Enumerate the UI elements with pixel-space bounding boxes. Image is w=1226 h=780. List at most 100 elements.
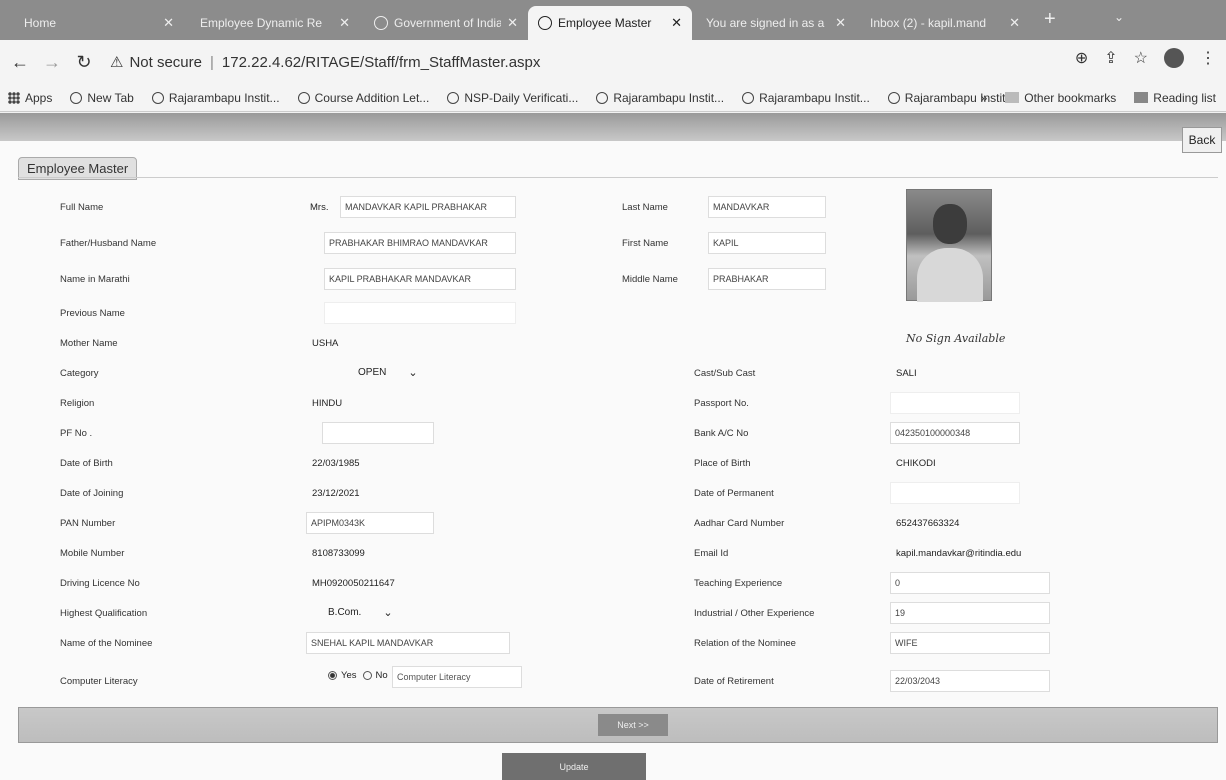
doj-field[interactable]: 23/12/2021 [312,488,360,499]
folder-icon [1005,92,1020,103]
bookmark-label: NSP-Daily Verificati... [464,90,579,105]
back-button[interactable]: Back [1182,127,1222,153]
religion-field[interactable]: HINDU [312,398,342,409]
profile-avatar[interactable] [1164,48,1184,68]
dob-field[interactable]: 22/03/1985 [312,458,360,469]
bookmark-item[interactable]: Rajarambapu Instit... [151,91,280,105]
reload-icon[interactable]: ↻ [72,52,96,73]
tab-label: Government of India [394,16,502,30]
marathi-name-field[interactable]: KAPIL PRABHAKAR MANDAVKAR [324,268,516,290]
other-bookmarks[interactable]: Other bookmarks [1005,91,1116,105]
tab-label: Employee Dynamic Re [200,16,323,30]
nominee-label: Name of the Nominee [60,638,153,649]
forward-arrow-icon[interactable]: → [40,52,64,73]
bookmark-item[interactable]: New Tab [70,90,134,105]
bookmark-label: Rajarambapu Instit... [759,90,870,105]
religion-label: Religion [60,398,95,409]
pan-field[interactable]: APIPM0343K [306,512,434,534]
marathi-name-label: Name in Marathi [60,274,130,285]
photo-shirt [917,248,983,302]
bookmark-item[interactable]: Rajarambapu Instit... [742,91,870,105]
relation-label: Relation of the Nominee [694,638,796,649]
computer-literacy-field[interactable]: Computer Literacy [392,666,522,688]
tab-employee-dynamic[interactable]: Employee Dynamic Re ✕ [190,6,360,40]
aadhar-field[interactable]: 652437663324 [896,518,959,529]
dop-field[interactable] [890,482,1020,504]
middle-name-label: Middle Name [622,274,678,285]
passport-label: Passport No. [694,398,749,409]
category-select[interactable]: OPEN ⌄ [358,366,418,379]
bookmarks-bar: Apps New Tab Rajarambapu Instit... Cours… [0,84,1226,112]
bookmark-label: New Tab [87,90,134,105]
bookmark-apps[interactable]: Apps [8,91,52,105]
new-tab-button[interactable]: + [1044,8,1056,31]
tab-inbox[interactable]: Inbox (2) - kapil.mand ✕ [860,6,1030,40]
radio-no[interactable] [362,671,372,680]
chevron-down-icon[interactable]: ⌄ [1114,10,1124,24]
passport-field[interactable] [890,392,1020,414]
menu-icon[interactable]: ⋮ [1200,48,1216,68]
bookmark-item[interactable]: Rajarambapu Instit... [596,91,724,105]
mother-name-field[interactable]: USHA [312,338,338,349]
tab-government[interactable]: Government of India ✕ [364,6,528,40]
close-icon[interactable]: ✕ [339,15,350,31]
teaching-label: Teaching Experience [694,578,783,589]
close-icon[interactable]: ✕ [671,15,682,31]
bookmark-item[interactable]: NSP-Daily Verificati... [447,91,578,105]
pf-field[interactable] [322,422,434,444]
pob-field[interactable]: CHIKODI [896,458,936,469]
globe-icon [447,91,460,104]
qualification-value: B.Com. [328,607,362,618]
update-button[interactable]: Update [502,753,646,780]
pan-label: PAN Number [60,518,116,529]
tab-employee-master[interactable]: Employee Master ✕ [528,6,692,40]
cast-field[interactable]: SALI [896,368,917,379]
url-field[interactable]: ⚠ Not secure | 172.22.4.62/RITAGE/Staff/… [110,53,540,72]
dop-label: Date of Permanent [694,488,774,499]
header-band [0,113,1226,141]
next-button[interactable]: Next >> [598,714,668,736]
mobile-field[interactable]: 8108733099 [312,548,365,559]
qualification-select[interactable]: B.Com. ⌄ [328,606,393,619]
bank-field[interactable]: 042350100000348 [890,422,1020,444]
tab-signed-in[interactable]: You are signed in as a ✕ [696,6,856,40]
father-name-field[interactable]: PRABHAKAR BHIMRAO MANDAVKAR [324,232,516,254]
dl-field[interactable]: MH0920050211647 [312,578,395,589]
radio-no-label: No [375,670,388,681]
bookmark-label: Rajarambapu Instit... [613,90,725,105]
last-name-label: Last Name [622,202,668,213]
zoom-icon[interactable]: ⊕ [1075,48,1088,68]
bookmark-item[interactable]: Course Addition Let... [297,91,429,105]
image-icon [596,91,609,104]
full-name-field[interactable]: MANDAVKAR KAPIL PRABHAKAR [340,196,516,218]
industrial-field[interactable]: 19 [890,602,1050,624]
radio-yes[interactable] [328,671,337,680]
close-icon[interactable]: ✕ [1009,15,1020,31]
close-icon[interactable]: ✕ [835,15,846,31]
tab-home[interactable]: Home ✕ [14,6,184,40]
reading-list[interactable]: Reading list [1134,91,1216,105]
full-name-label: Full Name [60,202,104,213]
bookmarks-overflow[interactable]: » [981,91,988,105]
employee-form: Full Name Mrs. MANDAVKAR KAPIL PRABHAKAR… [18,177,1218,697]
middle-name-field[interactable]: PRABHAKAR [708,268,826,290]
father-name-label: Father/Husband Name [60,238,157,249]
relation-field[interactable]: WIFE [890,632,1050,654]
back-arrow-icon[interactable]: ← [8,52,32,73]
category-value: OPEN [358,367,387,378]
first-name-field[interactable]: KAPIL [708,232,826,254]
employee-photo [906,189,992,302]
previous-name-field[interactable] [324,302,516,324]
email-field[interactable]: kapil.mandavkar@ritindia.edu [896,548,1021,559]
teaching-field[interactable]: 0 [890,572,1050,594]
last-name-field[interactable]: MANDAVKAR [708,196,826,218]
star-icon[interactable]: ☆ [1134,48,1148,68]
share-icon[interactable]: ⇪ [1104,48,1117,68]
nominee-field[interactable]: SNEHAL KAPIL MANDAVKAR [306,632,510,654]
retirement-field[interactable]: 22/03/2043 [890,670,1050,692]
browser-controls: ⊕ ⇪ ☆ ⋮ [1075,48,1216,68]
chevron-down-icon: ⌄ [408,367,418,379]
close-icon[interactable]: ✕ [507,15,518,31]
close-icon[interactable]: ✕ [163,15,174,31]
warning-icon: ⚠ [110,54,124,71]
